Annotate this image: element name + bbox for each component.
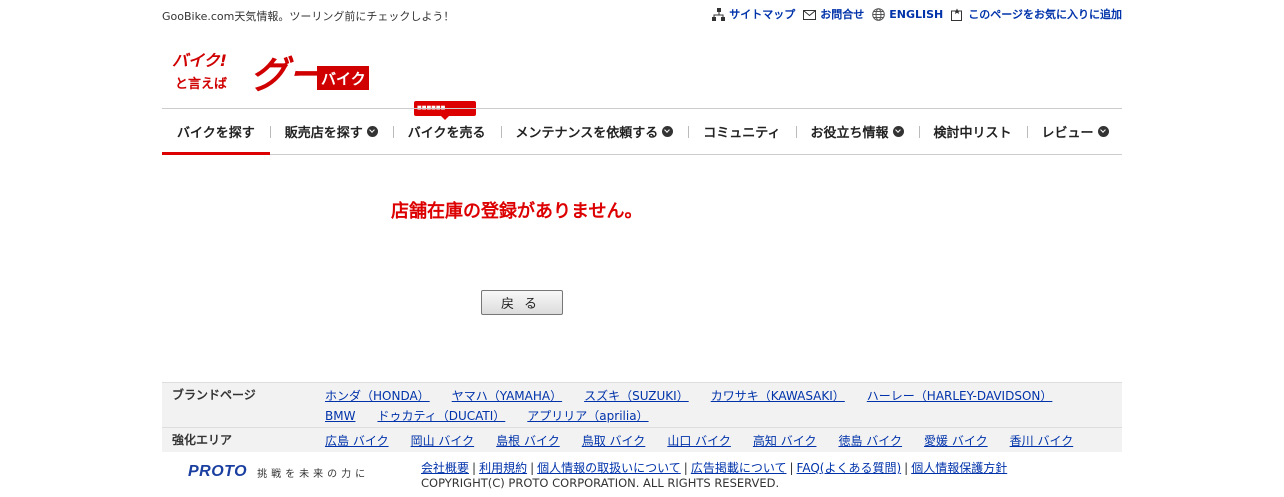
nav-maintenance-label: メンテナンスを依頼する <box>515 126 659 141</box>
area-label: 強化エリア <box>172 433 233 447</box>
area-link[interactable]: 岡山 バイク <box>411 431 475 451</box>
logo-brand: グー <box>250 53 327 94</box>
sitemap-link[interactable]: サイトマップ <box>712 6 795 22</box>
brand-page-row: ブランドページ ホンダ（HONDA） ヤマハ（YAMAHA） スズキ（SUZUK… <box>162 383 1122 427</box>
sitemap-icon <box>712 7 726 21</box>
area-link[interactable]: 島根 バイク <box>496 431 560 451</box>
area-link[interactable]: 愛媛 バイク <box>924 431 988 451</box>
nav-community-label: コミュニティ <box>703 126 781 141</box>
brand-links-section: ブランドページ ホンダ（HONDA） ヤマハ（YAMAHA） スズキ（SUZUK… <box>162 382 1122 452</box>
contact-label: お問合せ <box>820 8 865 21</box>
brand-link[interactable]: ハーレー（HARLEY-DAVIDSON） <box>867 386 1053 406</box>
proto-slogan: 挑戦を未来の力に <box>257 468 370 480</box>
add-favorite-label: このページをお気に入りに追加 <box>968 8 1122 21</box>
nav-search-shop-label: 販売店を探す <box>284 126 363 141</box>
proto-logo[interactable]: PROTO 挑戦を未来の力に <box>188 463 369 481</box>
brand-link[interactable]: ヤマハ（YAMAHA） <box>452 386 562 406</box>
nav-search-bike[interactable]: バイクを探す <box>162 109 270 155</box>
brand-link[interactable]: スズキ（SUZUKI） <box>584 386 689 406</box>
utility-links: サイトマップ お問合せ ENGLISH このページをお気に入りに追加 <box>712 6 1122 22</box>
sitemap-label: サイトマップ <box>729 8 796 21</box>
footer-link-personal-info[interactable]: 個人情報の取扱いについて <box>537 461 681 475</box>
brand-link-list: ホンダ（HONDA） ヤマハ（YAMAHA） スズキ（SUZUKI） カワサキ（… <box>325 386 1115 426</box>
area-link[interactable]: 徳島 バイク <box>838 431 902 451</box>
nav-watchlist-label: 検討中リスト <box>933 126 1012 141</box>
brand-link[interactable]: ドゥカティ（DUCATI） <box>377 406 505 426</box>
nav-sell-bike[interactable]: バイクを売る <box>392 109 501 154</box>
footer-separator: | <box>789 461 794 475</box>
area-link-list: 広島 バイク 岡山 バイク 島根 バイク 鳥取 バイク 山口 バイク 高知 バイ… <box>325 431 1115 451</box>
nav-review[interactable]: レビュー <box>1026 109 1124 154</box>
logo-line2: と言えば <box>175 76 227 92</box>
globe-icon <box>872 7 886 21</box>
footer-links: 会社概要 | 利用規約 | 個人情報の取扱いについて | 広告掲載について | FAQ(よくある… <box>421 459 1007 476</box>
proto-wordmark: PROTO <box>188 463 248 480</box>
nav-sell-bike-label: バイクを売る <box>407 126 486 141</box>
brand-page-label: ブランドページ <box>172 388 256 402</box>
footer-separator: | <box>683 461 688 475</box>
chevron-down-icon <box>892 126 904 137</box>
nav-useful-info-label: お役立ち情報 <box>810 126 889 141</box>
chevron-down-icon <box>366 126 378 137</box>
nav-review-label: レビュー <box>1041 126 1094 141</box>
area-link[interactable]: 鳥取 バイク <box>582 431 646 451</box>
chevron-down-icon <box>662 126 674 137</box>
mail-icon <box>803 9 817 20</box>
nav-useful-info[interactable]: お役立ち情報 <box>795 109 919 154</box>
area-link[interactable]: 山口 バイク <box>667 431 731 451</box>
area-row: 強化エリア 広島 バイク 岡山 バイク 島根 バイク 鳥取 バイク 山口 バイク… <box>162 427 1122 452</box>
footer-link-faq[interactable]: FAQ(よくある質問) <box>797 461 902 475</box>
add-favorite-link[interactable]: このページをお気に入りに追加 <box>951 6 1122 22</box>
footer-link-terms[interactable]: 利用規約 <box>479 461 527 475</box>
footer-link-privacy-policy[interactable]: 個人情報保護方針 <box>911 461 1007 475</box>
footer-link-company[interactable]: 会社概要 <box>421 461 469 475</box>
english-link[interactable]: ENGLISH <box>872 6 943 22</box>
copyright: COPYRIGHT(C) PROTO CORPORATION. ALL RIGH… <box>421 476 780 490</box>
brand-link[interactable]: BMW <box>325 406 355 426</box>
nav-search-bike-label: バイクを探す <box>177 126 255 141</box>
logo-sub: バイク <box>321 70 366 88</box>
top-bar: GooBike.com天気情報。ツーリング前にチェックしよう！ サイトマップ お… <box>162 6 1122 24</box>
logo-line1: バイク! <box>172 51 227 70</box>
footer-separator: | <box>530 461 535 475</box>
chevron-down-icon <box>1097 126 1109 137</box>
global-nav: バイクを探す 販売店を探す バイクを売る メンテナンスを依頼する コミュニティ … <box>162 108 1122 155</box>
weather-tagline-link[interactable]: GooBike.com天気情報。ツーリング前にチェックしよう！ <box>162 8 454 24</box>
footer-separator: | <box>904 461 909 475</box>
nav-search-shop[interactable]: 販売店を探す <box>269 109 393 154</box>
area-link[interactable]: 高知 バイク <box>753 431 817 451</box>
footer-separator: | <box>472 461 477 475</box>
footer-link-advertising[interactable]: 広告掲載について <box>691 461 787 475</box>
page: GooBike.com天気情報。ツーリング前にチェックしよう！ サイトマップ お… <box>162 0 1122 497</box>
back-button[interactable]: 戻る <box>481 290 563 315</box>
brand-link[interactable]: カワサキ（KAWASAKI） <box>711 386 845 406</box>
nav-community[interactable]: コミュニティ <box>688 109 795 154</box>
contact-link[interactable]: お問合せ <box>803 6 864 22</box>
footer: PROTO 挑戦を未来の力に 会社概要 | 利用規約 | 個人情報の取扱いについて | 広告… <box>162 455 1122 495</box>
brand-link[interactable]: アプリリア（aprilia） <box>527 406 648 426</box>
bookmark-icon <box>951 8 963 21</box>
english-label: ENGLISH <box>889 7 944 21</box>
area-link[interactable]: 香川 バイク <box>1010 431 1074 451</box>
goobike-logo-image: バイク! と言えば グー バイク <box>172 51 369 94</box>
nav-watchlist[interactable]: 検討中リスト <box>918 109 1027 154</box>
no-stock-message: 店舗在庫の登録がありません。 <box>391 201 643 222</box>
nav-maintenance[interactable]: メンテナンスを依頼する <box>500 109 689 154</box>
area-link[interactable]: 広島 バイク <box>325 431 389 451</box>
brand-link[interactable]: ホンダ（HONDA） <box>325 386 430 406</box>
